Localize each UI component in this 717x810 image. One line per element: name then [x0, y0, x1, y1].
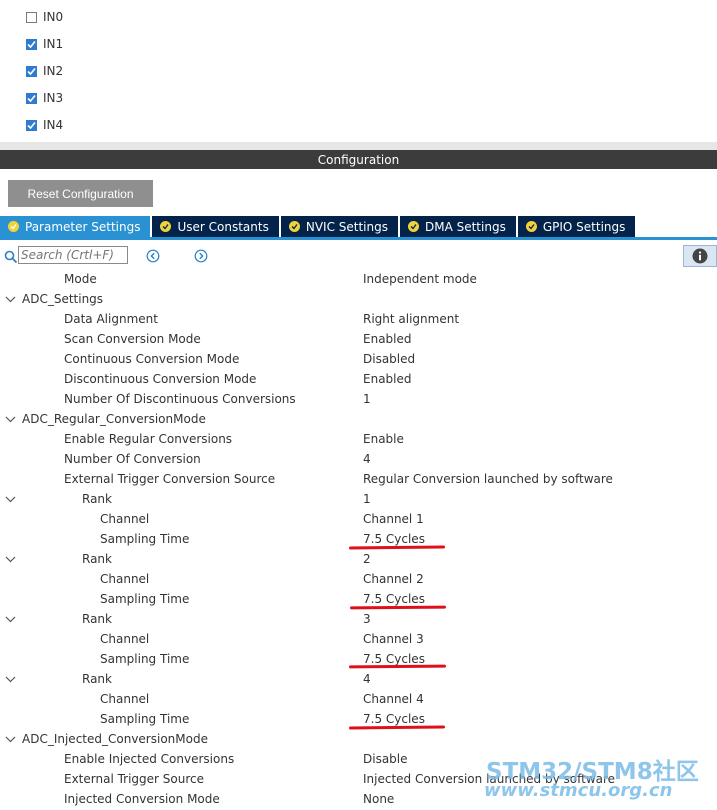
chevron-down-icon[interactable] — [5, 494, 16, 504]
param-mode[interactable]: Mode Independent mode — [0, 269, 717, 289]
settings-tabs: Parameter Settings User Constants NVIC S… — [0, 216, 637, 237]
channel-checkbox-in0[interactable]: IN0 — [26, 8, 63, 26]
param-rank-1-channel[interactable]: Channel Channel 1 — [0, 509, 717, 529]
param-rank-2-channel[interactable]: Channel Channel 2 — [0, 569, 717, 589]
group-adc-injected-conversion-mode[interactable]: ADC_Injected_ConversionMode — [0, 729, 717, 749]
param-rank-4-channel[interactable]: Channel Channel 4 — [0, 689, 717, 709]
tab-nvic-settings[interactable]: NVIC Settings — [280, 216, 398, 237]
tab-gpio-settings[interactable]: GPIO Settings — [517, 216, 636, 237]
group-adc-settings[interactable]: ADC_Settings — [0, 289, 717, 309]
site-watermark: STM32/STM8社区 www.stmcu.org.cn — [480, 752, 716, 810]
separator-strip — [0, 142, 717, 150]
reset-configuration-button[interactable]: Reset Configuration — [8, 180, 153, 207]
group-rank-2[interactable]: Rank 2 — [0, 549, 717, 569]
tab-label: DMA Settings — [424, 219, 506, 234]
channel-label: IN0 — [43, 10, 64, 24]
channel-label: IN3 — [43, 91, 64, 105]
check-circle-icon — [288, 221, 300, 232]
info-icon — [692, 248, 708, 264]
param-number-of-discontinuous-conversions[interactable]: Number Of Discontinuous Conversions 1 — [0, 389, 717, 409]
param-enable-regular-conversions[interactable]: Enable Regular Conversions Enable — [0, 429, 717, 449]
watermark-url: www.stmcu.org.cn — [484, 780, 673, 801]
param-scan-conversion-mode[interactable]: Scan Conversion Mode Enabled — [0, 329, 717, 349]
check-circle-icon — [8, 221, 19, 232]
channel-checkbox-in4[interactable]: IN4 — [26, 116, 63, 134]
group-adc-regular-conversion-mode[interactable]: ADC_Regular_ConversionMode — [0, 409, 717, 429]
previous-match-icon[interactable] — [146, 249, 160, 263]
check-circle-icon — [525, 221, 537, 232]
tab-label: Parameter Settings — [25, 219, 141, 234]
chevron-down-icon[interactable] — [5, 294, 16, 304]
next-match-icon[interactable] — [194, 249, 208, 263]
channel-list: IN0 IN1 IN2 IN3 IN4 — [0, 0, 717, 142]
channel-checkbox-in3[interactable]: IN3 — [26, 89, 63, 107]
tab-label: GPIO Settings — [542, 219, 626, 234]
chevron-down-icon[interactable] — [5, 674, 16, 684]
checkbox-unchecked-icon[interactable] — [26, 11, 37, 23]
channel-label: IN2 — [43, 64, 64, 78]
channel-label: IN1 — [43, 37, 64, 51]
channel-checkbox-in1[interactable]: IN1 — [26, 35, 63, 53]
tab-dma-settings[interactable]: DMA Settings — [399, 216, 516, 237]
channel-label: IN4 — [43, 118, 64, 132]
checkbox-checked-icon[interactable] — [26, 38, 37, 50]
group-rank-4[interactable]: Rank 4 — [0, 669, 717, 689]
search-icon — [4, 250, 18, 264]
chevron-down-icon[interactable] — [5, 554, 16, 564]
param-number-of-conversion[interactable]: Number Of Conversion 4 — [0, 449, 717, 469]
info-button[interactable] — [683, 245, 717, 267]
check-circle-icon — [407, 221, 419, 232]
tab-label: User Constants — [177, 219, 269, 234]
param-discontinuous-conversion-mode[interactable]: Discontinuous Conversion Mode Enabled — [0, 369, 717, 389]
checkbox-checked-icon[interactable] — [26, 119, 37, 131]
chevron-down-icon[interactable] — [5, 734, 16, 744]
tab-user-constants[interactable]: User Constants — [152, 216, 279, 237]
tab-label: NVIC Settings — [305, 219, 388, 234]
search-input[interactable] — [18, 246, 128, 264]
chevron-down-icon[interactable] — [5, 414, 16, 424]
checkbox-checked-icon[interactable] — [26, 65, 37, 77]
check-circle-icon — [160, 221, 172, 232]
search-bar — [0, 244, 717, 268]
group-rank-3[interactable]: Rank 3 — [0, 609, 717, 629]
chevron-down-icon[interactable] — [5, 614, 16, 624]
channel-checkbox-in2[interactable]: IN2 — [26, 62, 63, 80]
configuration-header: Configuration — [0, 150, 717, 169]
checkbox-checked-icon[interactable] — [26, 92, 37, 104]
param-external-trigger-conversion-source[interactable]: External Trigger Conversion Source Regul… — [0, 469, 717, 489]
tab-parameter-settings[interactable]: Parameter Settings — [0, 216, 151, 237]
group-rank-1[interactable]: Rank 1 — [0, 489, 717, 509]
param-continuous-conversion-mode[interactable]: Continuous Conversion Mode Disabled — [0, 349, 717, 369]
param-rank-3-channel[interactable]: Channel Channel 3 — [0, 629, 717, 649]
param-data-alignment[interactable]: Data Alignment Right alignment — [0, 309, 717, 329]
tab-underline — [0, 237, 717, 240]
